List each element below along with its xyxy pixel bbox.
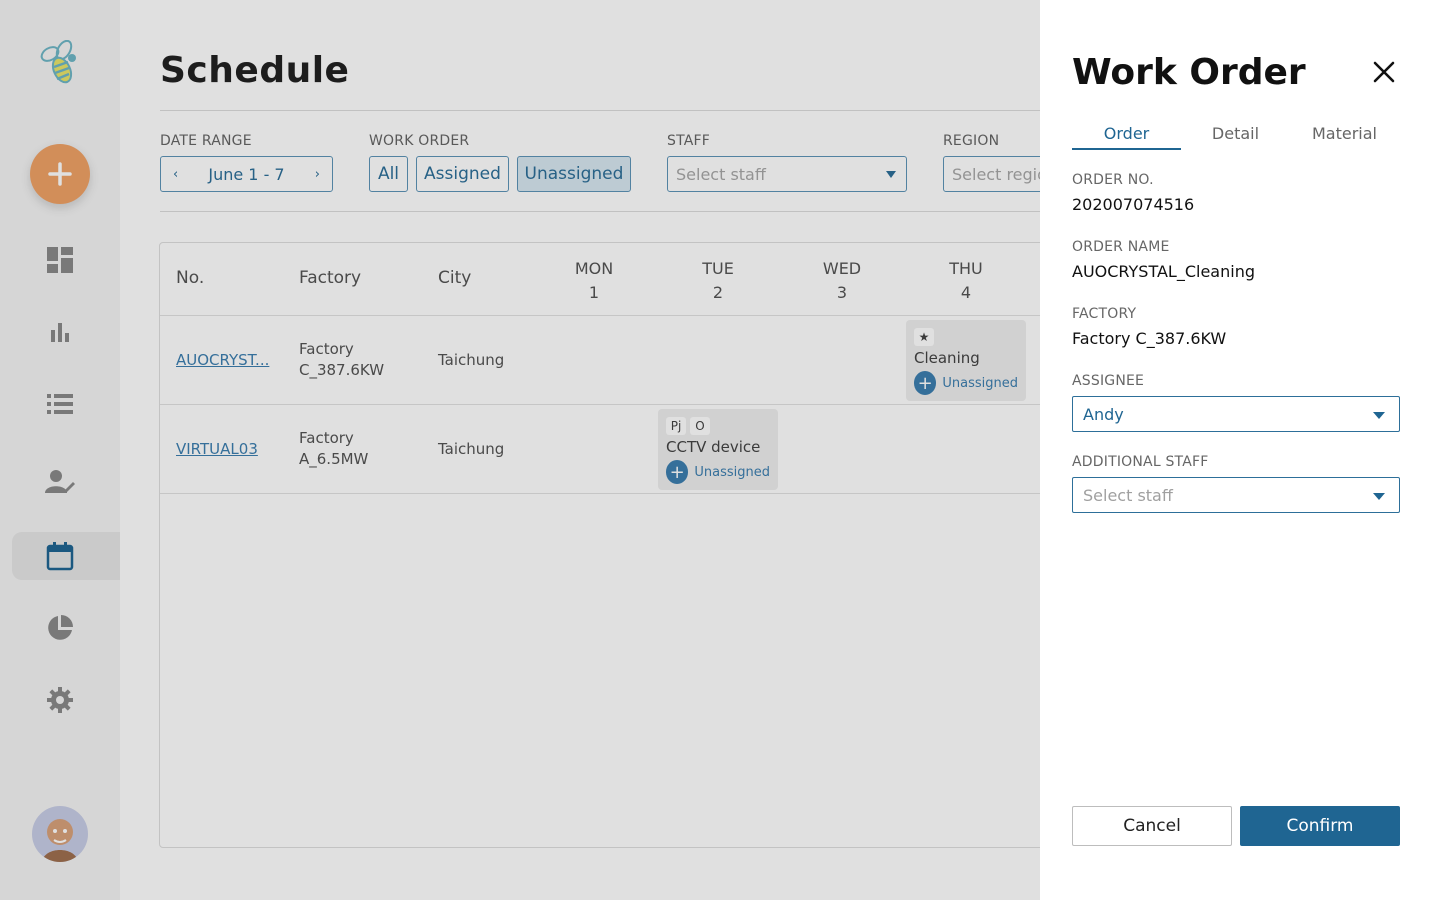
cancel-button[interactable]: Cancel xyxy=(1072,806,1232,846)
order-no-label: ORDER NO. xyxy=(1072,172,1154,188)
additional-staff-select[interactable]: Select staff xyxy=(1072,477,1400,513)
tab-order[interactable]: Order xyxy=(1072,124,1181,150)
confirm-button[interactable]: Confirm xyxy=(1240,806,1400,846)
assignee-value: Andy xyxy=(1083,404,1124,424)
chevron-down-icon xyxy=(1373,493,1385,500)
additional-staff-label: ADDITIONAL STAFF xyxy=(1072,454,1209,470)
panel-title: Work Order xyxy=(1072,52,1306,93)
order-name-label: ORDER NAME xyxy=(1072,239,1170,255)
assignee-label: ASSIGNEE xyxy=(1072,373,1145,389)
order-no-value: 202007074516 xyxy=(1072,195,1195,214)
assignee-select[interactable]: Andy xyxy=(1072,396,1400,432)
close-icon[interactable] xyxy=(1370,56,1398,88)
modal-backdrop[interactable] xyxy=(0,0,1040,900)
chevron-down-icon xyxy=(1373,412,1385,419)
tab-material[interactable]: Material xyxy=(1290,124,1399,150)
factory-label: FACTORY xyxy=(1072,306,1137,322)
tab-detail[interactable]: Detail xyxy=(1181,124,1290,150)
order-name-value: AUOCRYSTAL_Cleaning xyxy=(1072,262,1255,281)
additional-staff-placeholder: Select staff xyxy=(1083,485,1173,505)
factory-value: Factory C_387.6KW xyxy=(1072,329,1227,348)
work-order-panel: Work Order Order Detail Material ORDER N… xyxy=(1040,0,1440,900)
